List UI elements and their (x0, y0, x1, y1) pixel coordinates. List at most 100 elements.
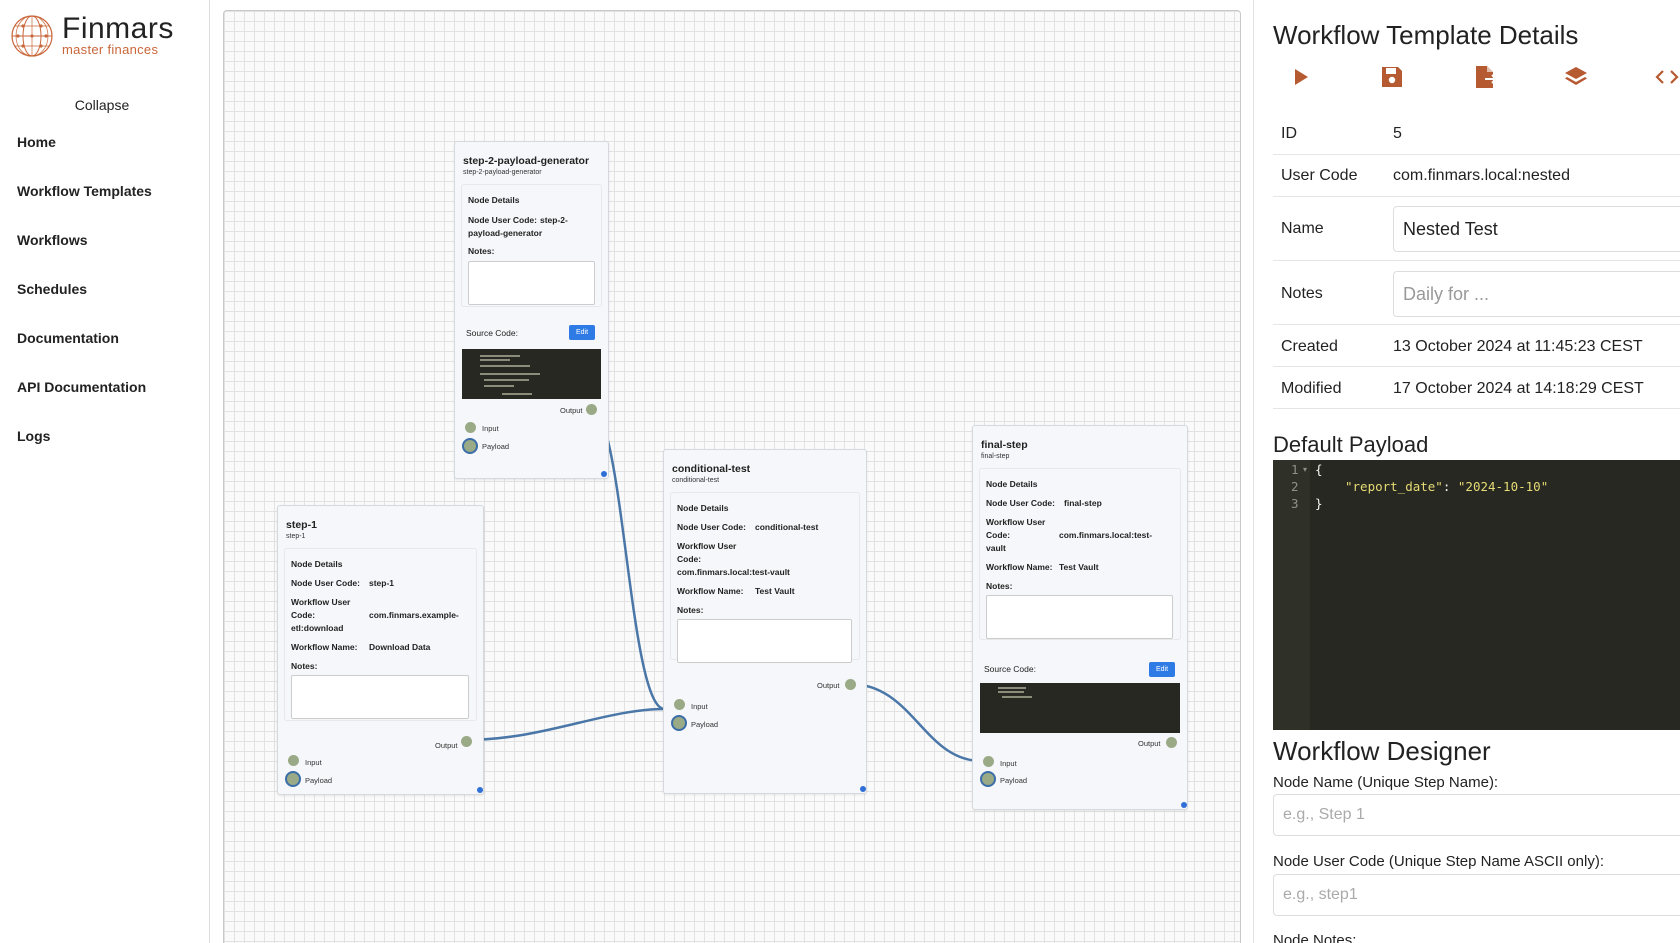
source-code-preview[interactable] (980, 683, 1180, 733)
payload-port[interactable] (671, 715, 687, 731)
edit-source-button[interactable]: Edit (569, 325, 595, 340)
node-user-code-input[interactable] (1273, 874, 1680, 916)
json-value: "2024-10-10" (1457, 479, 1549, 494)
node-user-code-label: Node User Code: (677, 522, 746, 532)
node-user-code-label: Node User Code (Unique Step Name ASCII o… (1273, 853, 1604, 870)
node-step-2-payload-generator[interactable]: step-2-payload-generator step-2-payload-… (454, 141, 609, 479)
export-button[interactable] (1472, 64, 1498, 90)
edge-step1-to-cond[interactable] (464, 707, 666, 742)
notes-label: Notes (1281, 285, 1323, 302)
nav-item-documentation[interactable]: Documentation (17, 330, 119, 346)
modified-value: 17 October 2024 at 14:18:29 CEST (1393, 380, 1644, 397)
input-port[interactable] (288, 755, 299, 766)
nav-item-home[interactable]: Home (17, 134, 56, 150)
workflow-name-label: Workflow Name: (677, 586, 744, 596)
payload-port[interactable] (285, 771, 301, 787)
node-user-code-value: final-step (1064, 498, 1102, 508)
save-button[interactable] (1379, 64, 1405, 90)
node-details-card: Node Details Node User Code: conditional… (670, 492, 860, 663)
node-step-1[interactable]: step-1 step-1 Node Details Node User Cod… (277, 505, 484, 795)
id-label: ID (1281, 125, 1297, 142)
sidebar: Finmars master finances Collapse Home Wo… (0, 0, 210, 943)
line-number: 2 (1291, 479, 1299, 494)
input-port[interactable] (465, 422, 476, 433)
node-conditional-test[interactable]: conditional-test conditional-test Node D… (663, 449, 867, 794)
node-title: conditional-test (672, 463, 751, 475)
notes-textarea[interactable] (468, 261, 595, 305)
node-details-card: Node Details Node User Code: step-1 Work… (284, 548, 477, 721)
notes-row: Notes (1273, 261, 1680, 325)
json-separator: : (1442, 479, 1458, 494)
created-row: Created 13 October 2024 at 11:45:23 CEST (1273, 325, 1680, 367)
resize-handle[interactable] (1181, 802, 1187, 808)
modified-row: Modified 17 October 2024 at 14:18:29 CES… (1273, 367, 1680, 409)
workflow-name-label: Workflow Name: (291, 642, 358, 652)
name-input[interactable] (1393, 206, 1680, 252)
notes-label: Notes: (677, 605, 704, 615)
source-code-preview[interactable] (462, 349, 601, 399)
node-user-code-value: step-1 (369, 578, 395, 588)
notes-textarea[interactable] (677, 619, 852, 663)
collapse-button[interactable]: Collapse (0, 97, 204, 113)
run-button[interactable] (1287, 64, 1313, 90)
output-port[interactable] (461, 736, 472, 747)
node-name-input[interactable] (1273, 794, 1680, 836)
node-details-heading: Node Details (677, 503, 729, 513)
nav-item-workflows[interactable]: Workflows (17, 232, 88, 248)
node-user-code-label: Node User Code: (468, 215, 537, 225)
output-label: Output (560, 406, 583, 415)
user-code-label: User Code (1281, 167, 1358, 184)
notes-textarea[interactable] (986, 595, 1173, 639)
node-user-code-label: Node User Code: (291, 578, 360, 588)
logo[interactable]: Finmars master finances (10, 14, 174, 58)
resize-handle[interactable] (860, 786, 866, 792)
code-icon (1655, 70, 1679, 84)
code-view-button[interactable] (1654, 64, 1680, 90)
resize-handle[interactable] (477, 787, 483, 793)
nav-item-schedules[interactable]: Schedules (17, 281, 87, 297)
input-port[interactable] (674, 699, 685, 710)
nav-item-workflow-templates[interactable]: Workflow Templates (17, 183, 152, 199)
nav-item-logs[interactable]: Logs (17, 428, 50, 444)
input-port[interactable] (983, 756, 994, 767)
output-port[interactable] (586, 404, 597, 415)
workflow-user-code-label-end: vault (986, 543, 1006, 553)
workflow-name-value: Test Vault (755, 586, 795, 596)
user-code-value: com.finmars.local:nested (1393, 167, 1570, 184)
layers-button[interactable] (1563, 64, 1589, 90)
payload-port[interactable] (980, 771, 996, 787)
workflow-canvas[interactable]: step-2-payload-generator step-2-payload-… (223, 10, 1241, 943)
nav-item-api-documentation[interactable]: API Documentation (17, 379, 146, 395)
workflow-user-code-value: com.finmars.local:test-vault (677, 567, 790, 577)
output-port[interactable] (845, 679, 856, 690)
resize-handle[interactable] (601, 471, 607, 477)
line-number: 3 (1291, 496, 1299, 511)
created-label: Created (1281, 338, 1338, 355)
edge-cond-to-final[interactable] (849, 682, 985, 763)
finmars-globe-logo (11, 15, 53, 57)
notes-input[interactable] (1393, 271, 1680, 317)
workflow-user-code-label: Workflow User (291, 597, 351, 607)
payload-label: Payload (691, 720, 719, 729)
workflow-user-code-label-cont: Code: (986, 530, 1011, 540)
node-title: step-1 (286, 519, 317, 531)
payload-code-editor[interactable]: 1 ▾ 2 3 { "report_date": "2024-10-10" } (1273, 460, 1680, 730)
output-label: Output (435, 741, 458, 750)
notes-label: Notes: (291, 661, 318, 671)
notes-textarea[interactable] (291, 675, 469, 719)
fold-arrow-icon[interactable]: ▾ (1303, 465, 1307, 474)
node-subtitle: step-2-payload-generator (463, 169, 542, 176)
node-subtitle: final-step (981, 453, 1010, 460)
brand-tagline: master finances (62, 42, 159, 57)
node-subtitle: conditional-test (672, 477, 720, 484)
node-user-code-value-cont: payload-generator (468, 228, 543, 238)
output-port[interactable] (1166, 737, 1177, 748)
workflow-user-code-label-cont: Code: (677, 554, 702, 564)
input-label: Input (305, 758, 322, 767)
panel-title: Workflow Template Details (1273, 20, 1579, 50)
payload-port[interactable] (462, 438, 478, 454)
node-details-heading: Node Details (291, 559, 343, 569)
node-final-step[interactable]: final-step final-step Node Details Node … (972, 425, 1188, 810)
edit-source-button[interactable]: Edit (1149, 662, 1175, 677)
app-root: Finmars master finances Collapse Home Wo… (0, 0, 1680, 943)
